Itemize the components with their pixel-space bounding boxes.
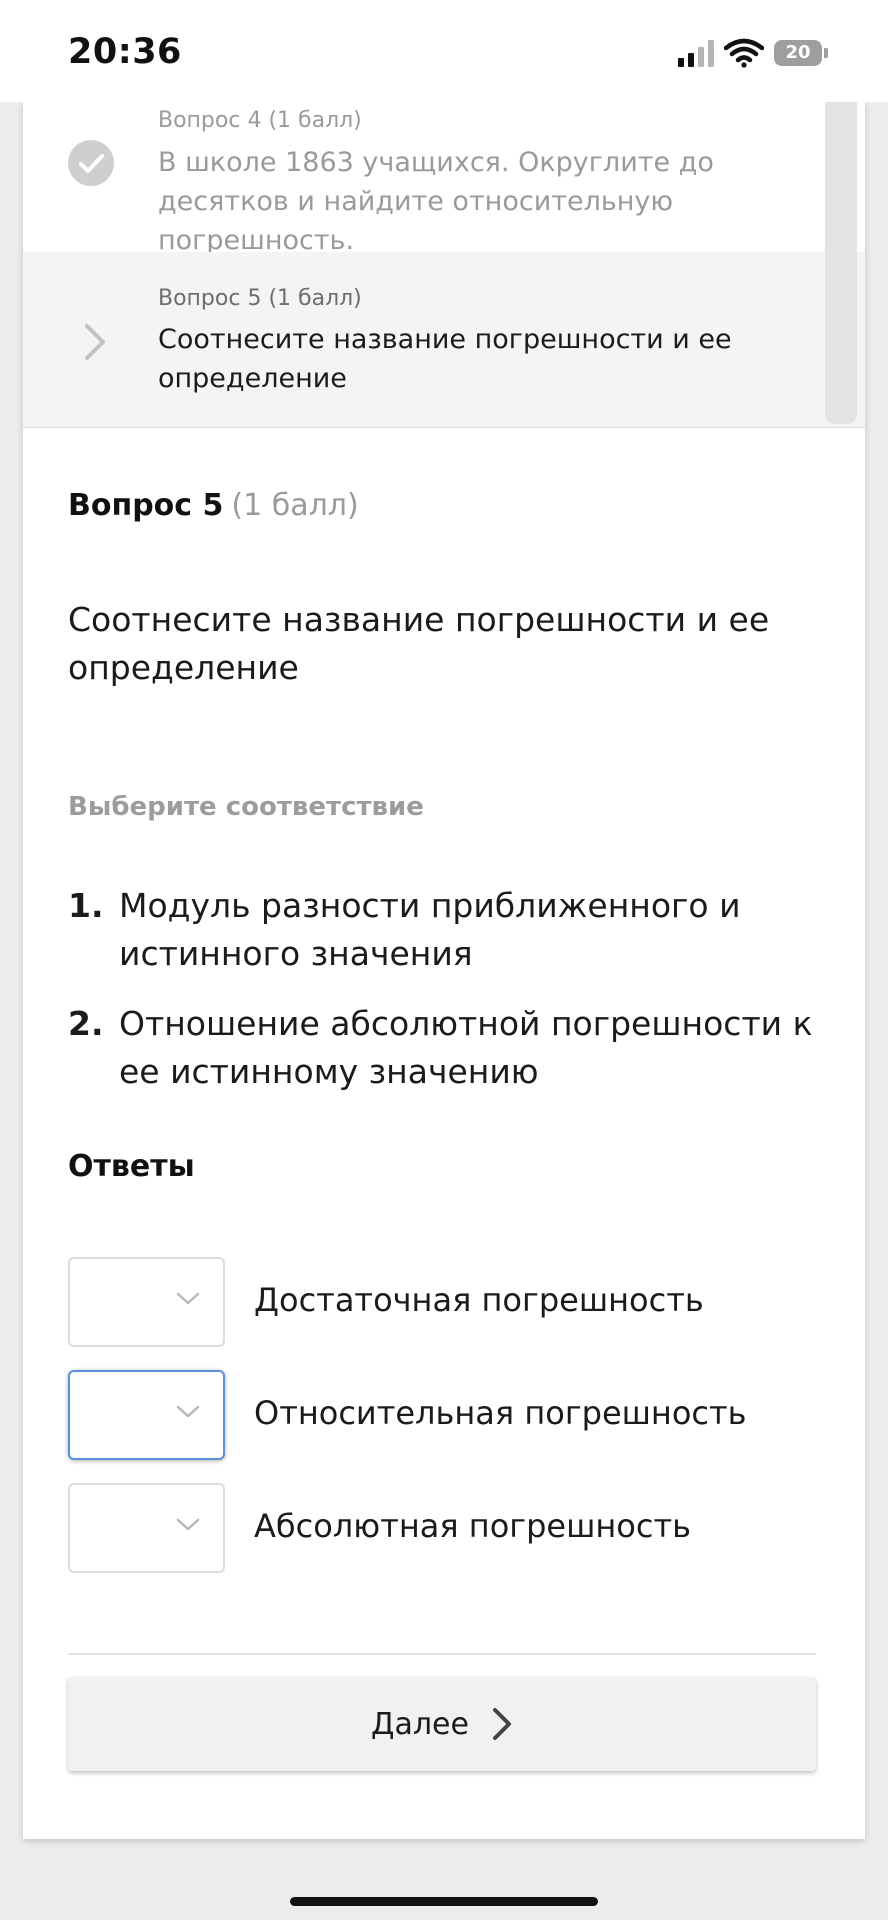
chevron-right-icon bbox=[85, 324, 105, 360]
next-button-label: Далее bbox=[371, 1706, 469, 1742]
quiz-card: Вопрос 4 (1 балл) В школе 1863 учащихся.… bbox=[23, 102, 865, 1839]
status-icons: 20 bbox=[678, 38, 828, 68]
question-list-item-4[interactable]: Вопрос 4 (1 балл) В школе 1863 учащихся.… bbox=[23, 102, 865, 256]
match-select-1[interactable] bbox=[68, 1257, 225, 1347]
question-text: Соотнесите название погрешности и ее опр… bbox=[68, 600, 770, 687]
question-item-meta: Вопрос 5 (1 балл) bbox=[158, 286, 362, 311]
question-list[interactable]: Вопрос 4 (1 балл) В школе 1863 учащихся.… bbox=[23, 102, 865, 428]
wifi-icon bbox=[724, 38, 764, 68]
question-points: (1 балл) bbox=[231, 488, 359, 523]
answer-row: Абсолютная погрешность bbox=[68, 1483, 828, 1573]
cellular-signal-icon bbox=[678, 39, 714, 67]
answers-heading: Ответы bbox=[68, 1149, 195, 1184]
chevron-down-icon bbox=[176, 1518, 200, 1531]
definition-item: 1. Модуль разности приближенного и истин… bbox=[68, 882, 828, 978]
answer-row: Достаточная погрешность bbox=[68, 1257, 828, 1347]
definition-text: Модуль разности приближенного и истинног… bbox=[119, 886, 741, 973]
status-bar: 20:36 20 bbox=[0, 0, 888, 102]
question-title: Вопрос 5 (1 балл) bbox=[68, 488, 359, 523]
chevron-right-icon bbox=[492, 1708, 511, 1740]
question-item-meta: Вопрос 4 (1 балл) bbox=[158, 108, 362, 133]
battery-icon: 20 bbox=[774, 40, 828, 66]
definitions-list: 1. Модуль разности приближенного и истин… bbox=[68, 882, 828, 1118]
instruction-text: Выберите соответствие bbox=[68, 792, 424, 822]
answer-label: Абсолютная погрешность bbox=[254, 1507, 691, 1545]
divider bbox=[68, 1653, 816, 1655]
chevron-down-icon bbox=[176, 1292, 200, 1305]
answer-label: Относительная погрешность bbox=[254, 1394, 747, 1432]
definition-text: Отношение абсолютной погрешности к ее ис… bbox=[119, 1004, 813, 1091]
answer-row: Относительная погрешность bbox=[68, 1370, 828, 1460]
question-list-scrollbar[interactable] bbox=[825, 102, 857, 424]
answer-label: Достаточная погрешность bbox=[254, 1281, 704, 1319]
chevron-down-icon bbox=[176, 1405, 200, 1418]
question-list-item-5[interactable]: Вопрос 5 (1 балл) Соотнесите название по… bbox=[23, 252, 865, 427]
question-item-text: Соотнесите название погрешности и ее опр… bbox=[158, 324, 732, 394]
match-select-3[interactable] bbox=[68, 1483, 225, 1573]
check-icon bbox=[68, 140, 114, 186]
home-indicator[interactable] bbox=[290, 1897, 598, 1906]
definition-number: 2. bbox=[68, 1004, 104, 1043]
match-select-2[interactable] bbox=[68, 1370, 225, 1460]
definition-number: 1. bbox=[68, 886, 104, 925]
next-button[interactable]: Далее bbox=[68, 1677, 816, 1771]
question-number: Вопрос 5 bbox=[68, 488, 224, 523]
status-time: 20:36 bbox=[68, 32, 182, 72]
definition-item: 2. Отношение абсолютной погрешности к ее… bbox=[68, 1000, 828, 1096]
question-item-text: В школе 1863 учащихся. Округлите до деся… bbox=[158, 147, 714, 256]
battery-level: 20 bbox=[785, 42, 811, 63]
